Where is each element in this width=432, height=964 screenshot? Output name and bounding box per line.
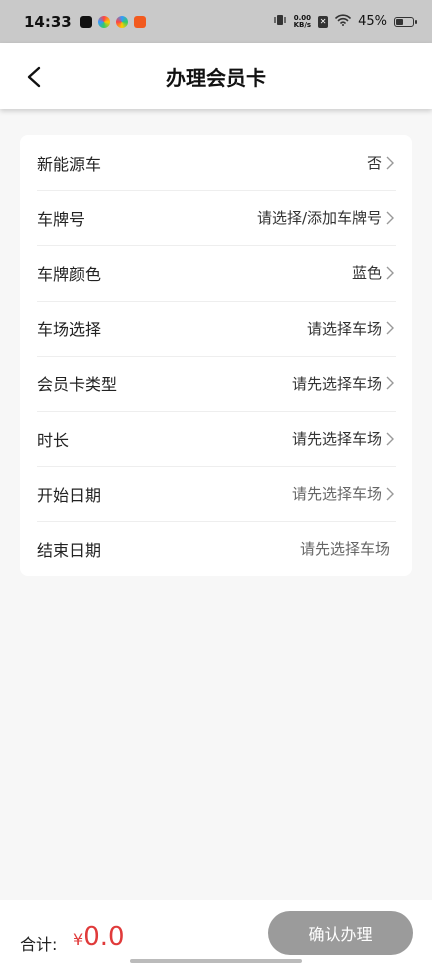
row-label: 新能源车 — [37, 154, 102, 174]
row-value: 否 — [366, 154, 382, 173]
total-label: 合计: — [20, 935, 58, 954]
row-label: 结束日期 — [37, 540, 102, 560]
chevron-left-icon — [27, 66, 41, 88]
bottom-bar: 合计: ¥0.0 确认办理 — [0, 900, 432, 964]
chevron-right-icon — [386, 321, 394, 335]
battery-icon — [394, 16, 417, 27]
row-label: 车牌颜色 — [37, 264, 102, 284]
sim-icon: ✕ — [318, 15, 329, 28]
total-amount: 0.0 — [83, 922, 125, 952]
row-label: 会员卡类型 — [37, 375, 118, 395]
form-row-plate-number[interactable]: 车牌号 请选择/添加车牌号 — [20, 190, 412, 245]
chevron-right-icon — [386, 211, 394, 225]
page-title: 办理会员卡 — [166, 65, 266, 90]
row-value: 请先选择车场 — [291, 430, 382, 449]
total-price: ¥0.0 — [73, 922, 125, 952]
confirm-button[interactable]: 确认办理 — [268, 911, 413, 955]
chevron-right-icon — [386, 432, 394, 446]
form-row-start-date[interactable]: 开始日期 请先选择车场 — [20, 466, 412, 521]
battery-percent: 45% — [358, 14, 387, 29]
notification-icon — [133, 15, 146, 28]
form-row-parking-lot[interactable]: 车场选择 请选择车场 — [20, 300, 412, 356]
row-label: 开始日期 — [37, 485, 102, 505]
row-value: 请选择车场 — [306, 319, 382, 338]
vibrate-icon — [273, 14, 287, 30]
row-label: 车场选择 — [37, 320, 102, 340]
form-row-duration[interactable]: 时长 请先选择车场 — [20, 410, 412, 466]
form-row-end-date: 结束日期 请先选择车场 — [20, 521, 412, 576]
form-row-new-energy[interactable]: 新能源车 否 — [20, 135, 412, 190]
nav-bar: 办理会员卡 — [0, 43, 432, 109]
status-bar: 14:33 0.00 KB/s ✕ 45% — [0, 0, 432, 43]
row-value: 请先选择车场 — [291, 485, 382, 504]
net-speed: 0.00 KB/s — [293, 13, 312, 29]
home-indicator[interactable] — [130, 959, 302, 963]
currency-symbol: ¥ — [73, 930, 84, 949]
tiktok-icon — [79, 15, 92, 28]
chevron-right-icon — [386, 376, 394, 390]
row-value: 请先选择车场 — [299, 540, 390, 559]
row-label: 时长 — [37, 430, 70, 450]
chevron-right-icon — [386, 487, 394, 501]
app-icon — [97, 15, 110, 28]
row-value: 蓝色 — [351, 264, 382, 283]
back-button[interactable] — [18, 61, 50, 93]
form-row-card-type[interactable]: 会员卡类型 请先选择车场 — [20, 355, 412, 411]
app-icon-2 — [115, 15, 128, 28]
chevron-right-icon — [386, 266, 394, 280]
wifi-icon — [335, 13, 351, 30]
chevron-right-icon — [386, 156, 394, 170]
membership-form: 新能源车 否 车牌号 请选择/添加车牌号 车牌颜色 蓝色 车场选择 请选择车场 … — [20, 135, 412, 576]
status-time: 14:33 — [24, 12, 72, 31]
row-value: 请选择/添加车牌号 — [256, 209, 382, 228]
row-value: 请先选择车场 — [291, 374, 382, 393]
form-row-plate-color[interactable]: 车牌颜色 蓝色 — [20, 245, 412, 300]
row-label: 车牌号 — [37, 209, 86, 229]
